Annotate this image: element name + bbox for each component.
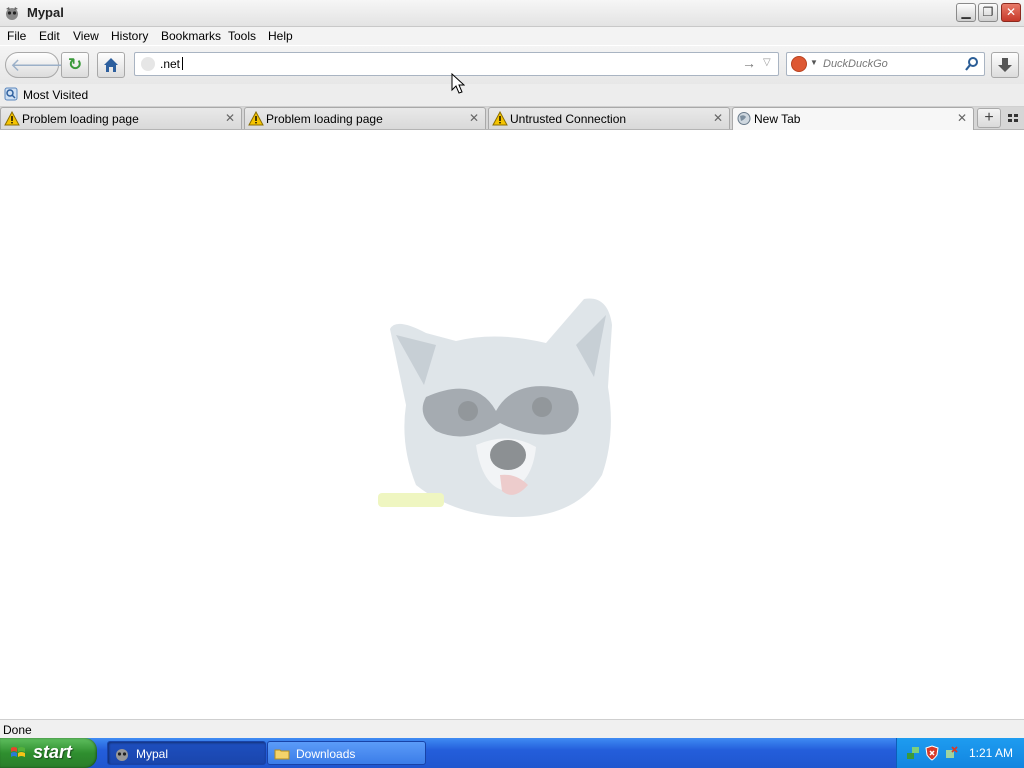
folder-icon (274, 749, 290, 760)
site-identity-icon[interactable] (141, 57, 155, 71)
tab-label: New Tab (754, 112, 801, 126)
reload-button[interactable]: ↻ (61, 52, 89, 78)
windows-taskbar: start Mypal Downloads 1:21 AM (0, 738, 1024, 768)
menu-history[interactable]: History (111, 29, 148, 43)
network-icon[interactable] (905, 745, 921, 761)
warning-icon (4, 111, 20, 126)
home-icon (104, 58, 118, 72)
back-button[interactable]: 🡐 (10, 55, 58, 75)
window-title: Mypal (27, 5, 64, 20)
windows-flag-icon (11, 747, 25, 757)
download-arrow-icon (998, 58, 1012, 72)
navigation-toolbar: 🡐 🡒 ↻ .net → ▽ ▼ DuckDuckGo (0, 46, 1024, 84)
menu-tools[interactable]: Tools (228, 29, 256, 43)
title-bar: Mypal ▁ ❐ ✕ (0, 0, 1024, 27)
taskbar-item-label: Mypal (136, 747, 169, 761)
downloads-button[interactable] (991, 52, 1019, 78)
menu-bar: File Edit View History Bookmarks Tools H… (0, 27, 1024, 45)
minimize-button[interactable]: ▁ (956, 3, 976, 22)
raccoon-logo-icon (378, 298, 612, 517)
globe-icon (737, 112, 751, 125)
tab-label: Problem loading page (22, 112, 139, 126)
menu-view[interactable]: View (73, 29, 99, 43)
new-tab-button[interactable]: + (977, 108, 1001, 128)
url-input-text[interactable]: .net (160, 57, 180, 71)
mypal-app-icon (116, 749, 128, 761)
text-caret (182, 57, 184, 70)
taskbar-item-downloads[interactable]: Downloads (267, 741, 426, 765)
search-bar[interactable]: ▼ DuckDuckGo (786, 52, 985, 76)
start-label: start (33, 742, 73, 762)
tab-label: Problem loading page (266, 112, 383, 126)
page-content (0, 130, 1024, 718)
status-bar: Done (0, 719, 1024, 739)
plus-icon: + (984, 109, 994, 126)
tab-close-icon[interactable]: ✕ (225, 111, 235, 125)
tab-problem-loading-1[interactable]: Problem loading page ✕ (0, 107, 242, 129)
most-visited-icon (4, 87, 18, 101)
bookmarks-toolbar: Most Visited (0, 84, 1024, 107)
taskbar-item-mypal[interactable]: Mypal (107, 741, 266, 765)
search-input[interactable]: DuckDuckGo (823, 58, 888, 70)
warning-icon (248, 111, 264, 126)
forward-button[interactable]: 🡒 (36, 55, 84, 75)
menu-help[interactable]: Help (268, 29, 293, 43)
mouse-cursor-icon (451, 73, 465, 94)
menu-edit[interactable]: Edit (39, 29, 60, 43)
list-all-tabs-icon[interactable] (1006, 111, 1020, 125)
safely-remove-icon[interactable] (943, 745, 959, 761)
close-button[interactable]: ✕ (1001, 3, 1021, 22)
reload-icon: ↻ (67, 55, 83, 74)
bookmark-most-visited[interactable]: Most Visited (23, 88, 88, 102)
go-arrow-icon[interactable]: → (742, 55, 756, 71)
tab-close-icon[interactable]: ✕ (713, 111, 723, 125)
maximize-button[interactable]: ❐ (978, 3, 998, 22)
tab-close-icon[interactable]: ✕ (469, 111, 479, 125)
tab-untrusted-connection[interactable]: Untrusted Connection ✕ (488, 107, 730, 129)
mypal-app-icon[interactable] (4, 5, 20, 21)
url-history-dropdown-icon[interactable]: ▽ (763, 57, 771, 68)
engine-dropdown-icon[interactable]: ▼ (810, 58, 818, 67)
clock: 1:21 AM (969, 746, 1014, 760)
duckduckgo-engine-icon[interactable] (791, 56, 807, 72)
back-forward-group: 🡐 🡒 (5, 52, 84, 78)
system-tray: 1:21 AM (896, 738, 1024, 768)
tab-label: Untrusted Connection (510, 112, 627, 126)
tab-strip: Problem loading page ✕ Problem loading p… (0, 107, 1024, 130)
security-shield-icon[interactable] (924, 745, 940, 761)
search-icon[interactable] (965, 56, 979, 72)
tab-new-tab[interactable]: New Tab ✕ (732, 107, 974, 130)
warning-icon (492, 111, 508, 126)
tab-problem-loading-2[interactable]: Problem loading page ✕ (244, 107, 486, 129)
start-button[interactable]: start (0, 738, 97, 768)
status-text: Done (3, 723, 32, 737)
menu-file[interactable]: File (7, 29, 26, 43)
tab-close-icon[interactable]: ✕ (957, 111, 967, 125)
menu-bookmarks[interactable]: Bookmarks (161, 29, 221, 43)
taskbar-item-label: Downloads (296, 747, 356, 761)
home-button[interactable] (97, 52, 125, 78)
